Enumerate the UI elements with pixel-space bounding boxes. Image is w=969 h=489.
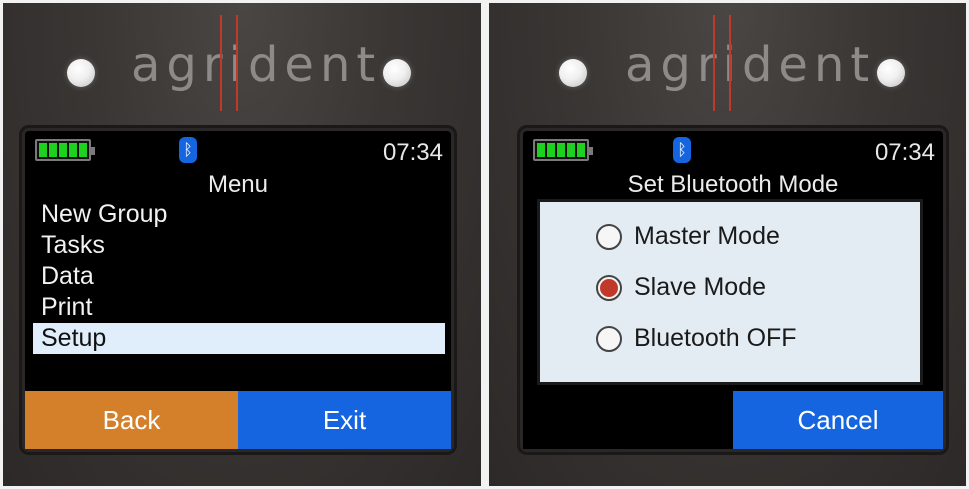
exit-button[interactable]: Exit	[238, 391, 451, 449]
softkey-empty	[523, 391, 733, 449]
led-right	[877, 59, 905, 87]
option-label: Master Mode	[634, 222, 780, 250]
logo-mark	[729, 15, 731, 111]
menu-item-tasks[interactable]: Tasks	[33, 230, 445, 261]
menu-list: New Group Tasks Data Print Setup	[33, 199, 445, 354]
led-left	[559, 59, 587, 87]
device-screen: ᛒ 07:34 Menu New Group Tasks Data Print …	[25, 131, 451, 449]
cancel-button[interactable]: Cancel	[733, 391, 943, 449]
softkey-bar: Cancel	[523, 391, 943, 449]
bluetooth-icon: ᛒ	[673, 137, 691, 163]
logo-mark	[713, 15, 715, 111]
bluetooth-mode-dialog: Master Mode Slave Mode Bluetooth OFF	[537, 199, 923, 385]
logo-mark	[236, 15, 238, 111]
softkey-bar: Back Exit	[25, 391, 451, 449]
back-button[interactable]: Back	[25, 391, 238, 449]
radio-selected-icon[interactable]	[596, 274, 622, 301]
battery-full-icon	[35, 139, 95, 161]
screen-title: Menu	[207, 171, 269, 198]
device-screen: ᛒ 07:34 Set Bluetooth Mode Master Mode S…	[523, 131, 943, 449]
brand-logo: agrident	[131, 37, 382, 93]
menu-item-data[interactable]: Data	[33, 261, 445, 292]
bluetooth-icon: ᛒ	[179, 137, 197, 163]
menu-item-new-group[interactable]: New Group	[33, 199, 445, 230]
logo-mark	[220, 15, 222, 111]
led-left	[67, 59, 95, 87]
device-photo-left: agrident ᛒ 07:34 Menu New Group Tasks Da…	[3, 3, 481, 486]
radio-unselected-icon[interactable]	[596, 223, 622, 250]
clock: 07:34	[382, 139, 443, 166]
brand-logo: agrident	[625, 37, 876, 93]
option-label: Slave Mode	[634, 273, 767, 301]
option-bluetooth-off[interactable]: Bluetooth OFF	[596, 324, 797, 353]
led-right	[383, 59, 411, 87]
device-photo-right: agrident ᛒ 07:34 Set Bluetooth Mode Mast…	[489, 3, 966, 486]
option-label: Bluetooth OFF	[634, 324, 797, 352]
menu-item-print[interactable]: Print	[33, 292, 445, 323]
menu-item-setup[interactable]: Setup	[33, 323, 445, 354]
dialog-title: Set Bluetooth Mode	[627, 171, 839, 198]
option-slave-mode[interactable]: Slave Mode	[596, 273, 766, 302]
clock: 07:34	[874, 139, 935, 166]
radio-unselected-icon[interactable]	[596, 325, 622, 352]
battery-full-icon	[533, 139, 593, 161]
option-master-mode[interactable]: Master Mode	[596, 222, 780, 251]
